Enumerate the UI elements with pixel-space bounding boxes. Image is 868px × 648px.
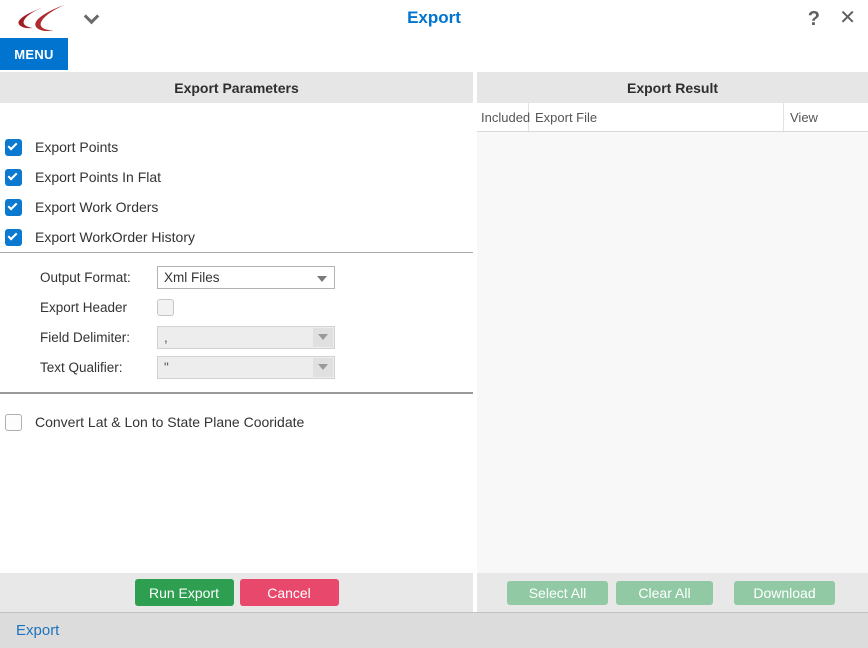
export-workorder-history-row: Export WorkOrder History bbox=[0, 222, 473, 252]
export-header-row: Export Header bbox=[0, 292, 473, 322]
export-points-row: Export Points bbox=[0, 132, 473, 162]
export-work-orders-checkbox[interactable] bbox=[5, 199, 22, 216]
output-format-dropdown[interactable]: Xml Files bbox=[157, 266, 335, 289]
column-view: View bbox=[784, 103, 868, 131]
convert-lat-lon-checkbox[interactable] bbox=[5, 414, 22, 431]
export-header-checkbox[interactable] bbox=[157, 299, 174, 316]
format-options-group: Output Format: Xml Files Export Header F… bbox=[0, 253, 473, 392]
export-result-table-header: Included Export File View bbox=[477, 103, 868, 132]
export-workorder-history-checkbox[interactable] bbox=[5, 229, 22, 246]
checkmark-icon bbox=[8, 200, 18, 210]
export-points-flat-checkbox[interactable] bbox=[5, 169, 22, 186]
field-delimiter-value: , bbox=[164, 330, 168, 345]
text-qualifier-dropdown: " bbox=[157, 356, 335, 379]
bottom-taskbar: Export bbox=[0, 612, 868, 648]
dropdown-arrow-icon bbox=[317, 276, 327, 282]
run-export-button[interactable]: Run Export bbox=[135, 579, 234, 606]
export-points-flat-row: Export Points In Flat bbox=[0, 162, 473, 192]
export-work-orders-row: Export Work Orders bbox=[0, 192, 473, 222]
field-delimiter-row: Field Delimiter: , bbox=[0, 322, 473, 352]
checkmark-icon bbox=[8, 230, 18, 240]
export-points-flat-label: Export Points In Flat bbox=[35, 169, 161, 185]
taskbar-item-export[interactable]: Export bbox=[16, 622, 59, 639]
export-parameters-panel: Export Points Export Points In Flat Expo… bbox=[0, 103, 473, 573]
dropdown-arrow-button bbox=[313, 328, 333, 347]
dropdown-arrow-icon bbox=[318, 364, 328, 370]
field-delimiter-label: Field Delimiter: bbox=[40, 330, 157, 345]
menu-button[interactable]: MENU bbox=[0, 38, 68, 70]
text-qualifier-value: " bbox=[164, 360, 169, 375]
help-icon[interactable]: ? bbox=[808, 6, 820, 32]
export-points-checkbox[interactable] bbox=[5, 139, 22, 156]
download-button[interactable]: Download bbox=[734, 581, 835, 605]
page-title: Export bbox=[0, 8, 868, 28]
export-workorder-history-label: Export WorkOrder History bbox=[35, 229, 195, 245]
text-qualifier-row: Text Qualifier: " bbox=[0, 352, 473, 382]
checkmark-icon bbox=[8, 140, 18, 150]
export-points-label: Export Points bbox=[35, 139, 118, 155]
field-delimiter-dropdown: , bbox=[157, 326, 335, 349]
top-bar: Export ? ✕ bbox=[0, 0, 868, 38]
output-format-label: Output Format: bbox=[40, 270, 157, 285]
convert-lat-lon-label: Convert Lat & Lon to State Plane Coorida… bbox=[35, 414, 304, 430]
convert-lat-lon-row: Convert Lat & Lon to State Plane Coorida… bbox=[0, 407, 473, 437]
dropdown-arrow-button bbox=[313, 358, 333, 377]
checkmark-icon bbox=[8, 170, 18, 180]
clear-all-button[interactable]: Clear All bbox=[616, 581, 713, 605]
column-included: Included bbox=[477, 103, 529, 131]
dropdown-arrow-icon bbox=[318, 334, 328, 340]
export-result-table-body bbox=[477, 132, 868, 573]
divider bbox=[0, 392, 473, 394]
close-icon[interactable]: ✕ bbox=[839, 5, 856, 31]
column-export-file: Export File bbox=[529, 103, 784, 131]
export-options-group: Export Points Export Points In Flat Expo… bbox=[0, 103, 473, 252]
export-work-orders-label: Export Work Orders bbox=[35, 199, 158, 215]
right-footer: Select All Clear All Download bbox=[477, 573, 868, 612]
select-all-button[interactable]: Select All bbox=[507, 581, 608, 605]
export-parameters-header: Export Parameters bbox=[0, 72, 473, 103]
output-format-row: Output Format: Xml Files bbox=[0, 262, 473, 292]
export-result-header: Export Result bbox=[477, 72, 868, 103]
cancel-button[interactable]: Cancel bbox=[240, 579, 339, 606]
export-header-label: Export Header bbox=[40, 300, 157, 315]
output-format-value: Xml Files bbox=[164, 270, 220, 285]
text-qualifier-label: Text Qualifier: bbox=[40, 360, 157, 375]
left-footer: Run Export Cancel bbox=[0, 573, 473, 612]
